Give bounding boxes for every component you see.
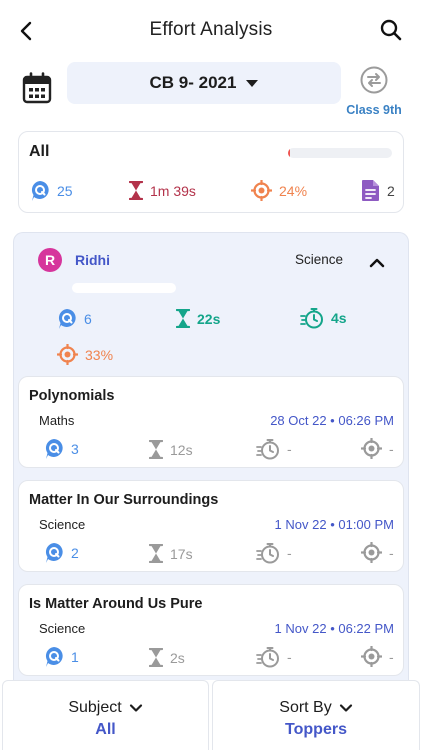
- topic-subject: Maths: [39, 413, 75, 428]
- topic-subject: Science: [39, 517, 86, 532]
- topic-time: 2s: [149, 648, 185, 667]
- question-bubble-icon: [45, 647, 63, 667]
- topic-name: Is Matter Around Us Pure: [29, 596, 203, 612]
- bottom-filter-bar: Subject All Sort By Toppers: [0, 680, 422, 750]
- question-bubble-icon: [45, 543, 63, 563]
- class-label: Class 9th: [346, 103, 402, 117]
- sheet-icon: [362, 180, 379, 201]
- question-bubble-icon: [45, 439, 63, 459]
- topic-questions: 2: [44, 542, 79, 564]
- target-icon: [251, 180, 272, 201]
- target-icon: [361, 438, 382, 459]
- caret-down-icon: [246, 79, 259, 87]
- subject-filter-title: Subject: [3, 699, 208, 717]
- summary-card[interactable]: All 25 1m 39s 24% 2: [18, 131, 404, 213]
- chevron-down-icon: [339, 704, 352, 712]
- topic-accuracy: -: [361, 438, 394, 459]
- student-speed: 4s: [300, 307, 347, 329]
- stopwatch-icon: [256, 647, 279, 668]
- topic-date: 1 Nov 22 • 01:00 PM: [274, 517, 394, 532]
- topic-card[interactable]: Polynomials Maths 28 Oct 22 • 06:26 PM 3…: [18, 376, 404, 468]
- topic-subject: Science: [39, 621, 86, 636]
- chevron-down-icon: [129, 704, 142, 712]
- batch-dropdown[interactable]: CB 9- 2021: [67, 62, 341, 104]
- student-progress-bar: [72, 283, 176, 293]
- topic-accuracy: -: [361, 542, 394, 563]
- batch-label: CB 9- 2021: [149, 73, 237, 92]
- summary-progress-bar: [288, 148, 392, 158]
- hourglass-icon: [149, 648, 163, 667]
- topic-accuracy: -: [361, 646, 394, 667]
- topic-date: 1 Nov 22 • 06:22 PM: [274, 621, 394, 636]
- summary-progress-fill: [288, 148, 291, 158]
- hourglass-icon: [149, 440, 163, 459]
- class-switch-button[interactable]: Class 9th: [343, 66, 405, 117]
- target-icon: [361, 542, 382, 563]
- summary-sheets: 2: [361, 179, 395, 202]
- topic-time: 17s: [149, 544, 193, 563]
- topic-questions: 3: [44, 438, 79, 460]
- topic-card[interactable]: Is Matter Around Us Pure Science 1 Nov 2…: [18, 584, 404, 676]
- target-icon: [57, 344, 78, 365]
- chevron-up-icon[interactable]: [367, 256, 387, 270]
- summary-name: All: [29, 143, 50, 160]
- student-time: 22s: [176, 309, 220, 328]
- topic-name: Polynomials: [29, 388, 115, 404]
- avatar: R: [38, 248, 62, 272]
- summary-time: 1m 39s: [129, 181, 196, 200]
- summary-accuracy: 24%: [251, 180, 307, 201]
- student-accuracy: 33%: [57, 344, 113, 365]
- search-icon[interactable]: [378, 17, 404, 43]
- topic-speed: -: [256, 438, 292, 460]
- student-questions: 6: [57, 308, 92, 330]
- stopwatch-icon: [256, 439, 279, 460]
- student-subject: Science: [295, 252, 344, 267]
- sort-by-button[interactable]: Sort By Toppers: [212, 680, 420, 750]
- hourglass-icon: [176, 309, 190, 328]
- page-title: Effort Analysis: [149, 19, 273, 40]
- sort-by-value: Toppers: [285, 721, 347, 738]
- topic-name: Matter In Our Surroundings: [29, 492, 219, 508]
- swap-icon: [360, 66, 388, 94]
- subject-filter-value: All: [95, 721, 116, 738]
- app-header: Effort Analysis: [0, 0, 422, 62]
- hourglass-icon: [149, 544, 163, 563]
- topic-speed: -: [256, 646, 292, 668]
- question-bubble-icon: [58, 309, 76, 329]
- stopwatch-icon: [256, 543, 279, 564]
- topic-questions: 1: [44, 646, 79, 668]
- topic-card[interactable]: Matter In Our Surroundings Science 1 Nov…: [18, 480, 404, 572]
- topic-date: 28 Oct 22 • 06:26 PM: [270, 413, 394, 428]
- topic-time: 12s: [149, 440, 193, 459]
- stopwatch-icon: [300, 308, 323, 329]
- student-name[interactable]: Ridhi: [75, 252, 110, 268]
- calendar-icon[interactable]: [22, 72, 52, 104]
- target-icon: [361, 646, 382, 667]
- question-bubble-icon: [31, 181, 49, 201]
- subject-filter-button[interactable]: Subject All: [2, 680, 209, 750]
- hourglass-icon: [129, 181, 143, 200]
- topic-speed: -: [256, 542, 292, 564]
- sort-by-title: Sort By: [213, 699, 419, 717]
- summary-questions: 25: [30, 180, 73, 202]
